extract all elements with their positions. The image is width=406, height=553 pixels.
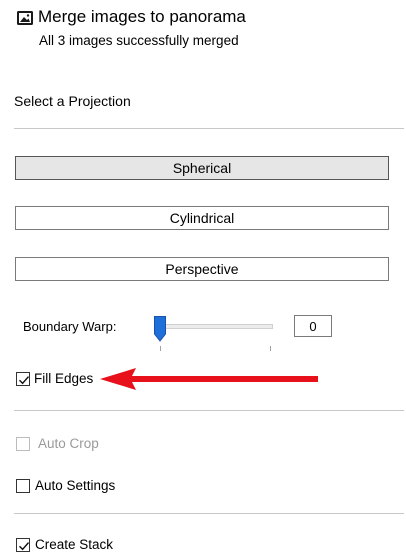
merge-status-text: All 3 images successfully merged [39, 33, 239, 48]
slider-tick [160, 346, 161, 351]
fill-edges-label[interactable]: Fill Edges [34, 371, 93, 387]
divider [14, 513, 404, 514]
red-arrow-icon [100, 368, 318, 390]
auto-crop-label[interactable]: Auto Crop [38, 436, 99, 452]
slider-tick [270, 346, 271, 351]
fill-edges-checkbox[interactable] [16, 372, 30, 386]
divider [14, 128, 404, 129]
spherical-button-label: Spherical [172, 160, 232, 176]
create-stack-label[interactable]: Create Stack [35, 537, 113, 553]
cylindrical-button[interactable]: Cylindrical [15, 206, 389, 230]
perspective-button-label: Perspective [165, 261, 239, 277]
auto-settings-checkbox[interactable] [16, 479, 30, 493]
panorama-image-icon [17, 11, 33, 25]
boundary-warp-label: Boundary Warp: [23, 319, 117, 334]
divider [14, 410, 404, 411]
projection-heading: Select a Projection [14, 93, 131, 109]
boundary-warp-slider-track[interactable] [160, 324, 273, 329]
boundary-warp-slider-thumb[interactable] [154, 316, 166, 342]
perspective-button[interactable]: Perspective [15, 257, 389, 281]
cylindrical-button-label: Cylindrical [169, 210, 235, 226]
auto-crop-checkbox[interactable] [16, 437, 30, 451]
auto-settings-label[interactable]: Auto Settings [35, 478, 115, 494]
spherical-button[interactable]: Spherical [15, 156, 389, 180]
checkmark-icon [19, 542, 30, 551]
create-stack-checkbox[interactable] [16, 538, 30, 552]
boundary-warp-value: 0 [309, 318, 317, 334]
checkmark-icon [19, 376, 30, 385]
dialog-title: Merge images to panorama [38, 7, 246, 26]
boundary-warp-value-input[interactable]: 0 [294, 315, 332, 337]
